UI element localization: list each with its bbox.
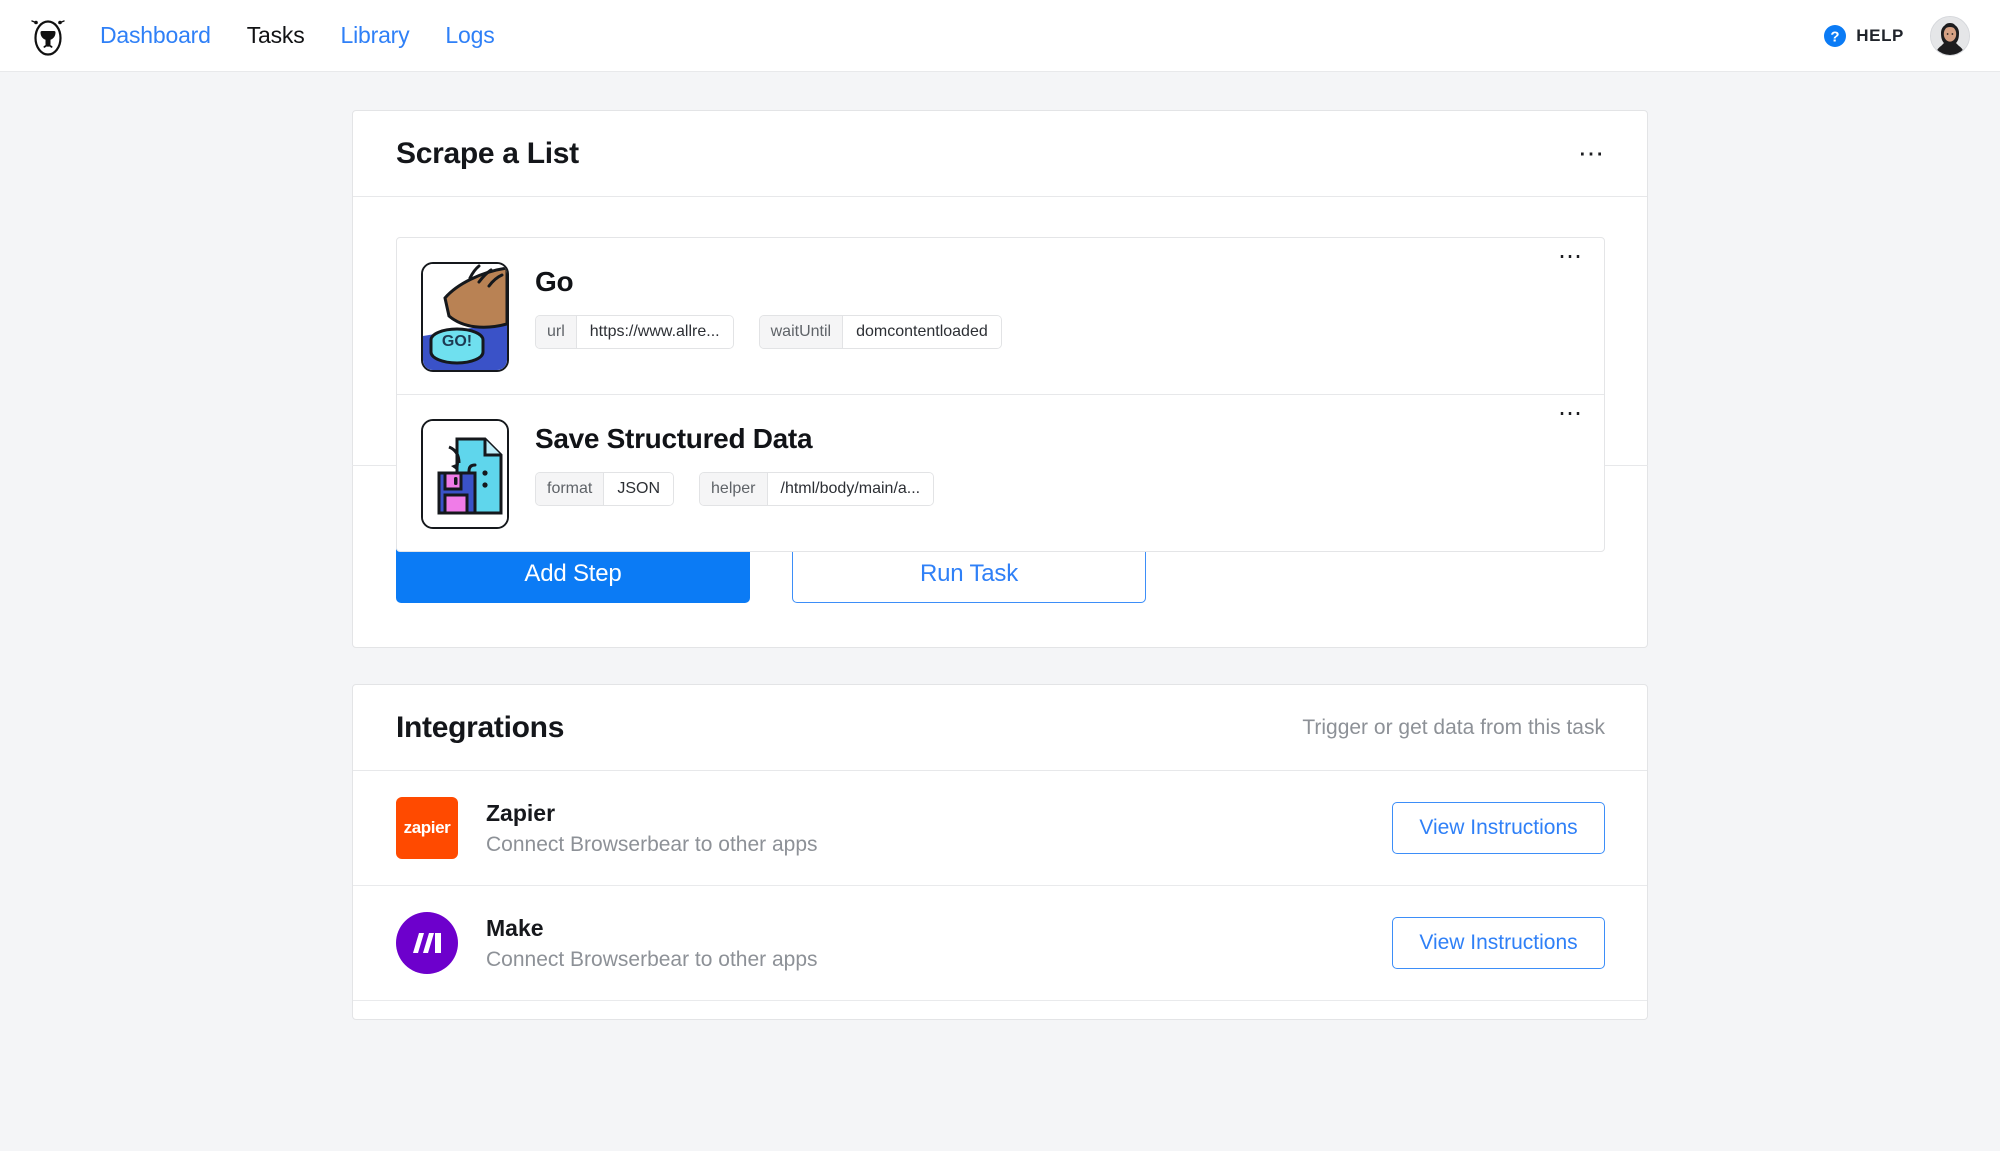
param-key: format [536, 473, 604, 505]
svg-text:?: ? [1831, 28, 1840, 45]
bear-logo-icon[interactable] [26, 14, 70, 58]
integration-row-make: Make Connect Browserbear to other apps V… [353, 886, 1647, 1001]
user-avatar-icon[interactable] [1930, 15, 1970, 56]
run-task-button[interactable]: Run Task [792, 545, 1146, 603]
param-chip-helper[interactable]: helper /html/body/main/a... [699, 472, 935, 506]
task-card: Scrape a List ⋯ GO! Go url https://www.a… [352, 110, 1648, 648]
view-instructions-button-zapier[interactable]: View Instructions [1392, 802, 1605, 854]
param-chip-format[interactable]: format JSON [535, 472, 675, 506]
integration-name: Zapier [486, 799, 556, 826]
add-step-button[interactable]: Add Step [396, 545, 750, 603]
integration-description: Connect Browserbear to other apps [486, 947, 818, 971]
zapier-logo-icon: zapier [396, 797, 458, 859]
page-body: Scrape a List ⋯ GO! Go url https://www.a… [0, 72, 2000, 1151]
param-value: JSON [603, 473, 674, 505]
steps-list: GO! Go url https://www.allre... waitUnti… [396, 237, 1605, 552]
step-params: format JSON helper /html/body/main/a... [535, 472, 935, 506]
step-body-save-structured-data: Save Structured Data format JSON helper … [509, 417, 935, 506]
step-menu-button[interactable]: ⋯ [1558, 245, 1582, 268]
param-value: https://www.allre... [575, 316, 733, 348]
integration-text-make: Make Connect Browserbear to other apps [458, 915, 818, 972]
page-title: Scrape a List [396, 136, 579, 170]
integration-name: Make [486, 914, 544, 941]
question-circle-icon: ? [1824, 24, 1847, 47]
integrations-title: Integrations [396, 710, 565, 744]
help-label: HELP [1856, 25, 1904, 45]
step-body-go: Go url https://www.allre... waitUntil do… [509, 260, 1002, 349]
nav-link-library[interactable]: Library [341, 22, 410, 49]
help-button[interactable]: ? HELP [1823, 24, 1904, 48]
task-menu-button[interactable]: ⋯ [1578, 140, 1605, 167]
task-card-header: Scrape a List ⋯ [353, 111, 1647, 197]
nav-right-group: ? HELP [1823, 15, 1970, 56]
integration-row-zapier: zapier Zapier Connect Browserbear to oth… [353, 771, 1647, 886]
step-row-go[interactable]: GO! Go url https://www.allre... waitUnti… [397, 238, 1604, 394]
param-key: helper [700, 473, 767, 505]
nav-links: Dashboard Tasks Library Logs [100, 22, 495, 49]
param-value: domcontentloaded [842, 316, 1001, 348]
nav-link-dashboard[interactable]: Dashboard [100, 22, 211, 49]
param-chip-waituntil[interactable]: waitUntil domcontentloaded [758, 315, 1002, 349]
step-params: url https://www.allre... waitUntil domco… [535, 315, 1002, 349]
make-logo-icon [396, 912, 458, 974]
integrations-card: Integrations Trigger or get data from th… [352, 684, 1648, 1020]
param-key: waitUntil [759, 316, 843, 348]
integration-row-partial [353, 1001, 1647, 1019]
steps-region: GO! Go url https://www.allre... waitUnti… [352, 197, 1648, 552]
integrations-subtitle: Trigger or get data from this task [1302, 715, 1605, 739]
param-value: /html/body/main/a... [766, 473, 934, 505]
integration-text-zapier: Zapier Connect Browserbear to other apps [458, 800, 818, 857]
top-navbar: Dashboard Tasks Library Logs ? HELP [0, 0, 2000, 72]
go-button-press-icon: GO! [421, 262, 509, 372]
save-structured-data-icon [421, 419, 509, 529]
integrations-header: Integrations Trigger or get data from th… [353, 685, 1647, 771]
nav-link-logs[interactable]: Logs [445, 22, 494, 49]
step-menu-button[interactable]: ⋯ [1558, 402, 1582, 425]
step-row-save-structured-data[interactable]: Save Structured Data format JSON helper … [397, 394, 1604, 551]
integration-description: Connect Browserbear to other apps [486, 832, 818, 856]
param-key: url [536, 316, 576, 348]
content-container: Scrape a List ⋯ GO! Go url https://www.a… [352, 72, 1648, 1020]
step-name: Go [535, 266, 574, 297]
svg-text:GO!: GO! [442, 333, 472, 350]
view-instructions-button-make[interactable]: View Instructions [1392, 917, 1605, 969]
step-name: Save Structured Data [535, 423, 813, 454]
zapier-logo-text: zapier [396, 797, 458, 859]
param-chip-url[interactable]: url https://www.allre... [535, 315, 734, 349]
nav-link-tasks[interactable]: Tasks [247, 22, 305, 49]
